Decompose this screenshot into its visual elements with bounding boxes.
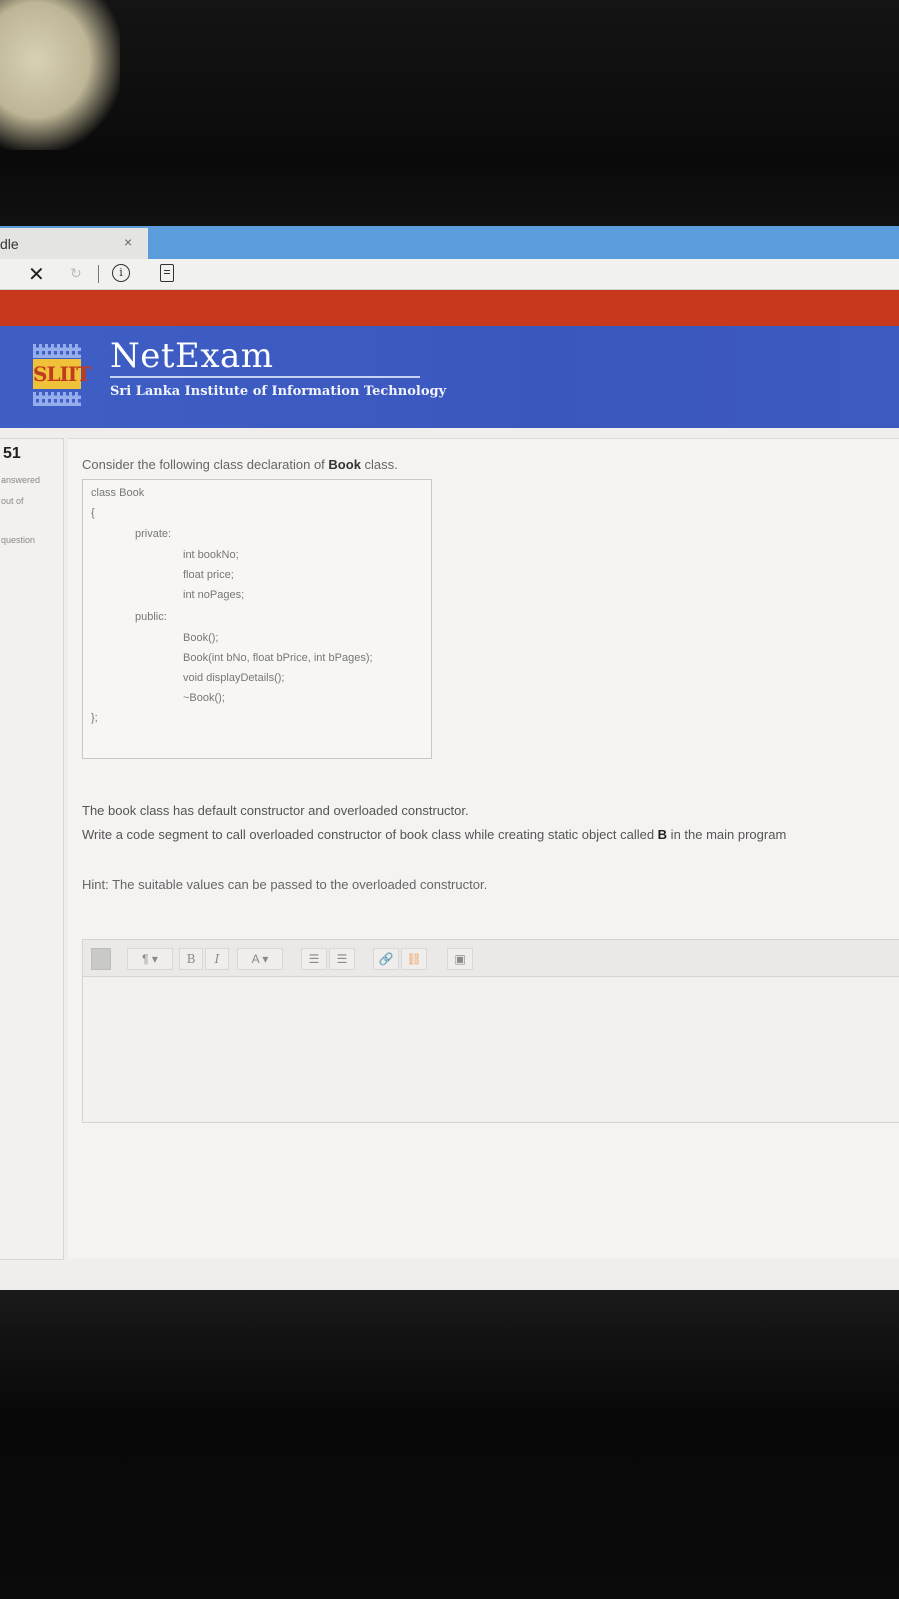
photo-bottom-bezel bbox=[0, 1290, 899, 1599]
address-bar: ✕ ↻ i bbox=[0, 259, 899, 290]
flag-question[interactable]: question bbox=[1, 535, 35, 545]
paragraph-style-button[interactable]: ¶ ▾ bbox=[127, 948, 173, 970]
code-line: int bookNo; bbox=[183, 549, 239, 561]
question-info-box: 51 answered out of question bbox=[0, 438, 64, 1260]
toolbar-toggle-button[interactable] bbox=[91, 948, 111, 970]
font-color-button[interactable]: A ▾ bbox=[237, 948, 283, 970]
refresh-icon[interactable]: ↻ bbox=[70, 265, 82, 282]
photo-background-wall bbox=[0, 0, 120, 150]
code-line: { bbox=[91, 507, 95, 519]
bold-button[interactable]: B bbox=[179, 948, 203, 970]
desc-text: Write a code segment to call overloaded … bbox=[82, 827, 658, 842]
link-icon[interactable]: 🔗 bbox=[373, 948, 399, 970]
question-status: answered bbox=[1, 475, 41, 485]
logo-grid-bottom bbox=[33, 392, 81, 406]
question-marks: out of bbox=[1, 496, 24, 506]
question-description-1: The book class has default constructor a… bbox=[82, 803, 469, 818]
question-prompt: Consider the following class declaration… bbox=[82, 457, 398, 472]
code-line: void displayDetails(); bbox=[183, 672, 285, 684]
code-line: float price; bbox=[183, 569, 234, 581]
answer-text-area[interactable] bbox=[83, 977, 899, 1121]
browser-tab-strip: dle × bbox=[0, 226, 899, 259]
logo-grid-top bbox=[33, 344, 81, 358]
question-hint: Hint: The suitable values can be passed … bbox=[82, 877, 488, 892]
unlink-icon[interactable]: ⛓ bbox=[401, 948, 427, 970]
insert-image-icon[interactable]: ▣ bbox=[447, 948, 473, 970]
italic-button[interactable]: I bbox=[205, 948, 229, 970]
desc-bold: B bbox=[657, 827, 668, 842]
prompt-suffix: class. bbox=[360, 457, 398, 472]
brand-subtitle: Sri Lanka Institute of Information Techn… bbox=[110, 384, 447, 399]
reader-view-icon[interactable] bbox=[160, 264, 174, 282]
tab-title: dle bbox=[0, 236, 19, 252]
code-line: }; bbox=[91, 712, 98, 724]
photo-top-bezel bbox=[0, 0, 899, 228]
browser-tab[interactable]: dle × bbox=[0, 228, 148, 259]
question-panel: Consider the following class declaration… bbox=[68, 438, 899, 1259]
prompt-bold: Book bbox=[328, 457, 361, 472]
stop-icon[interactable]: ✕ bbox=[28, 262, 45, 287]
answer-editor: ¶ ▾ B I A ▾ ☰ ☰ 🔗 ⛓ ▣ bbox=[82, 939, 899, 1123]
screen: dle × ✕ ↻ i SLIIT NetExam Sri Lanka Inst… bbox=[0, 226, 899, 1292]
prompt-text: Consider the following class declaration… bbox=[82, 457, 329, 472]
code-line: public: bbox=[135, 611, 167, 623]
code-line: ~Book(); bbox=[183, 692, 225, 704]
desc-suffix: in the main program bbox=[667, 827, 787, 842]
code-line: Book(); bbox=[183, 632, 219, 644]
sliit-logo: SLIIT bbox=[33, 344, 91, 406]
page-content: 51 answered out of question Consider the… bbox=[0, 428, 899, 1292]
header-accent-strip bbox=[0, 290, 899, 326]
code-line: int noPages; bbox=[183, 589, 245, 601]
logo-text: SLIIT bbox=[33, 359, 91, 389]
code-line: private: bbox=[135, 528, 172, 540]
brand-name: NetExam bbox=[110, 336, 274, 376]
address-separator bbox=[98, 265, 99, 283]
site-banner: SLIIT NetExam Sri Lanka Institute of Inf… bbox=[0, 326, 899, 428]
question-number: 51 bbox=[3, 445, 21, 462]
bullet-list-icon[interactable]: ☰ bbox=[301, 948, 327, 970]
question-description-2: Write a code segment to call overloaded … bbox=[82, 827, 786, 842]
editor-toolbar: ¶ ▾ B I A ▾ ☰ ☰ 🔗 ⛓ ▣ bbox=[83, 940, 899, 977]
brand-underline bbox=[110, 376, 420, 378]
tab-close-icon[interactable]: × bbox=[124, 234, 132, 250]
code-box: class Book { private: int bookNo; float … bbox=[82, 479, 432, 759]
code-line: Book(int bNo, float bPrice, int bPages); bbox=[183, 652, 373, 664]
code-line: class Book bbox=[91, 487, 145, 499]
site-info-icon[interactable]: i bbox=[112, 264, 130, 282]
numbered-list-icon[interactable]: ☰ bbox=[329, 948, 355, 970]
